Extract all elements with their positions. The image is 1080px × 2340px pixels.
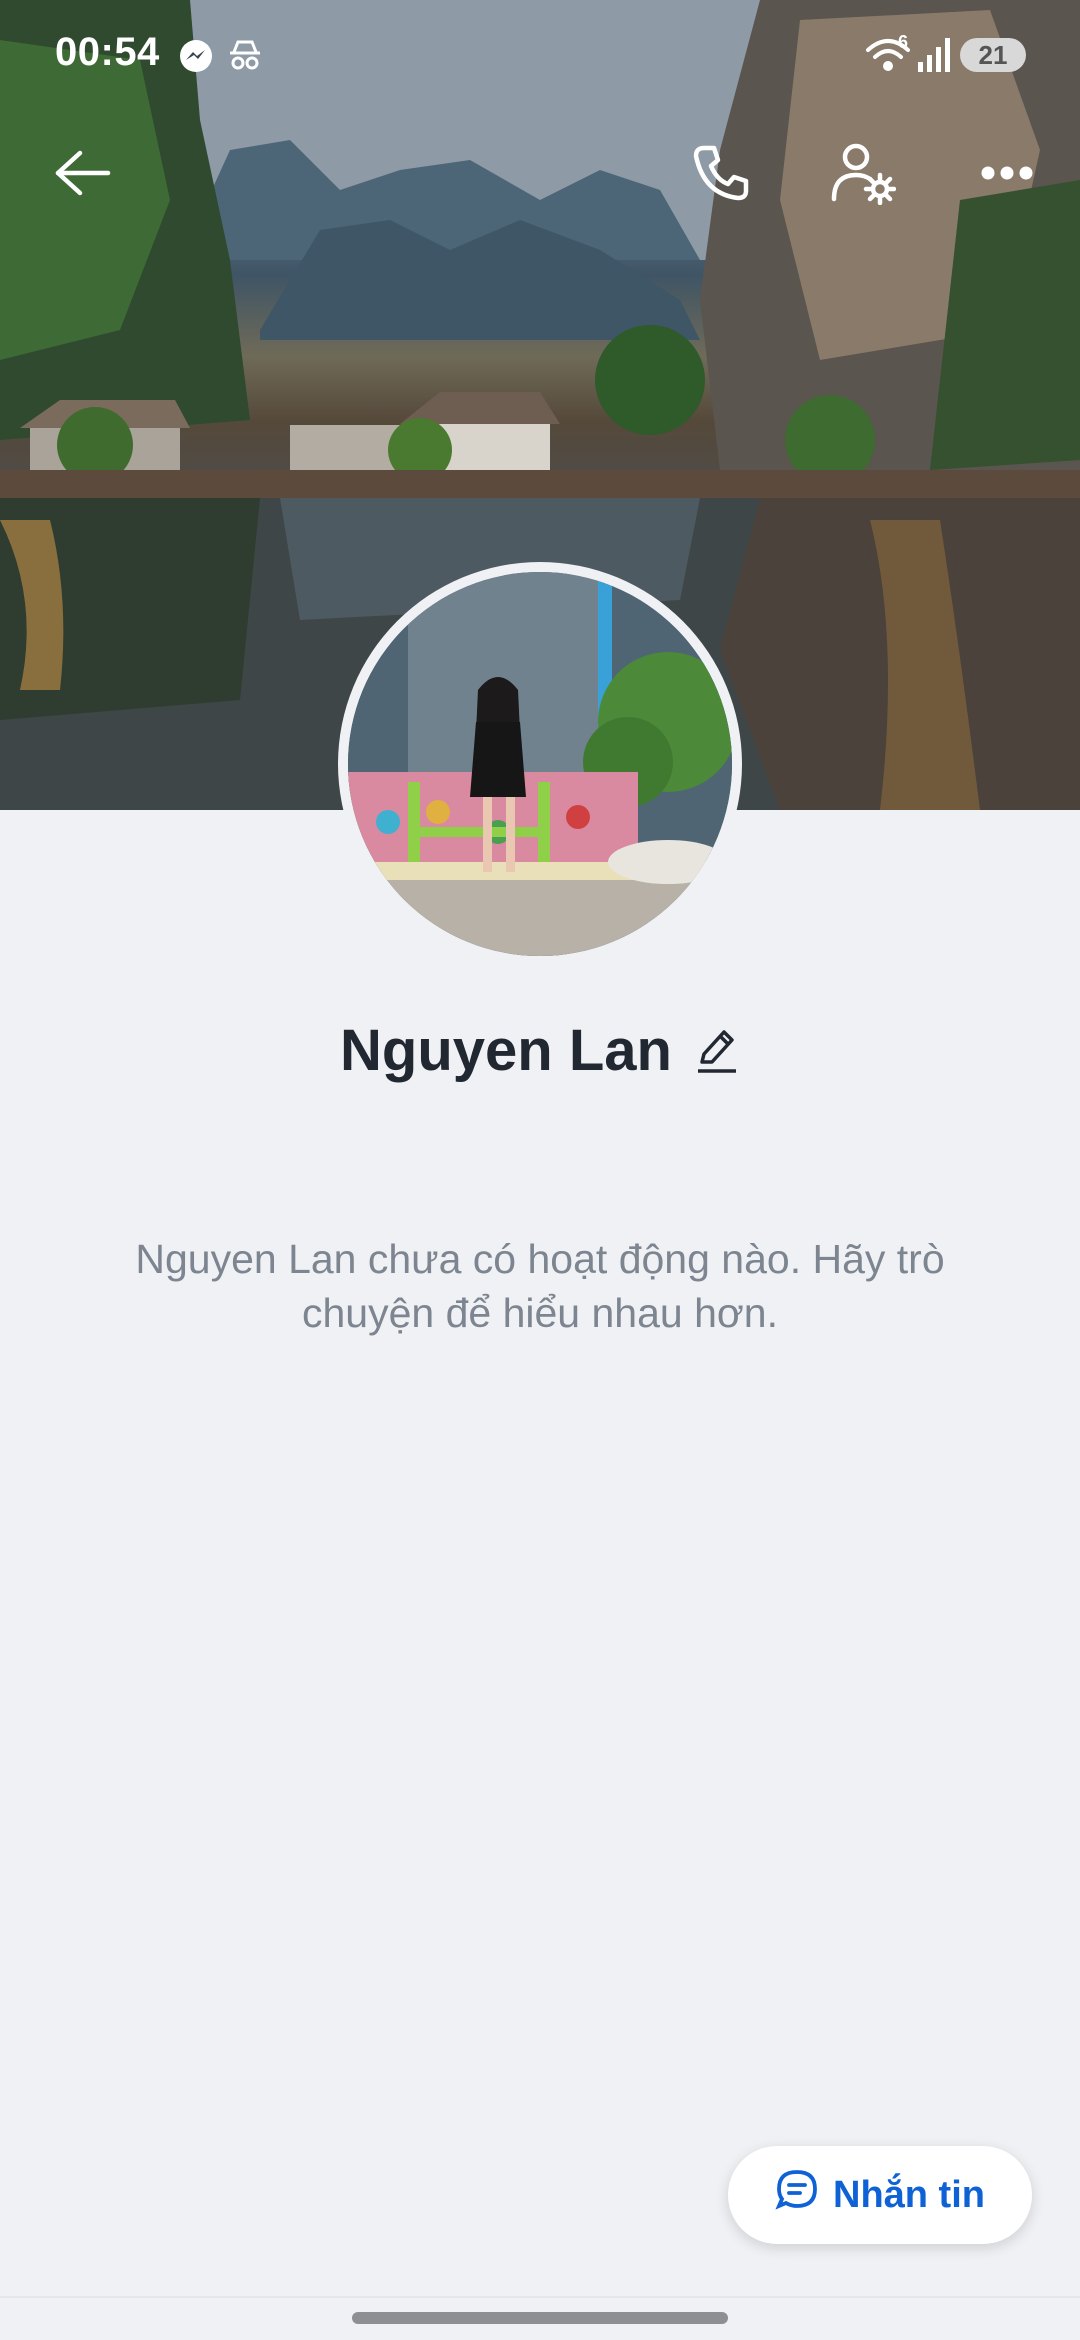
status-bar: 00:54 6 21 bbox=[0, 0, 1080, 110]
message-button[interactable]: Nhắn tin bbox=[728, 2146, 1032, 2244]
more-icon bbox=[981, 166, 1033, 185]
empty-activity-message: Nguyen Lan chưa có hoạt động nào. Hãy tr… bbox=[135, 1236, 945, 1336]
phone-icon bbox=[690, 142, 752, 209]
profile-name-row: Nguyen Lan bbox=[0, 1010, 1080, 1090]
signal-icon bbox=[918, 38, 950, 77]
back-arrow-icon bbox=[54, 149, 112, 202]
avatar[interactable] bbox=[348, 572, 732, 956]
message-button-label: Nhắn tin bbox=[833, 2173, 985, 2216]
profile-settings-button[interactable] bbox=[818, 130, 908, 220]
home-indicator[interactable] bbox=[352, 2312, 728, 2324]
avatar-ring bbox=[338, 562, 742, 966]
profile-name: Nguyen Lan bbox=[340, 1017, 672, 1083]
battery-indicator: 21 bbox=[960, 38, 1026, 72]
back-button[interactable] bbox=[38, 130, 128, 220]
avatar-photo bbox=[348, 572, 732, 956]
call-button[interactable] bbox=[676, 130, 766, 220]
more-options-button[interactable] bbox=[962, 130, 1052, 220]
status-time: 00:54 bbox=[55, 30, 160, 74]
wifi-badge: 6 bbox=[898, 32, 909, 52]
user-settings-icon bbox=[830, 141, 897, 210]
edit-name-button[interactable] bbox=[696, 1025, 740, 1075]
battery-level: 21 bbox=[978, 39, 1008, 70]
incognito-icon bbox=[228, 38, 262, 77]
messenger-icon bbox=[178, 38, 214, 79]
nav-divider bbox=[0, 2296, 1080, 2298]
pencil-icon bbox=[697, 1030, 736, 1073]
chat-bubble-icon bbox=[775, 2168, 819, 2222]
